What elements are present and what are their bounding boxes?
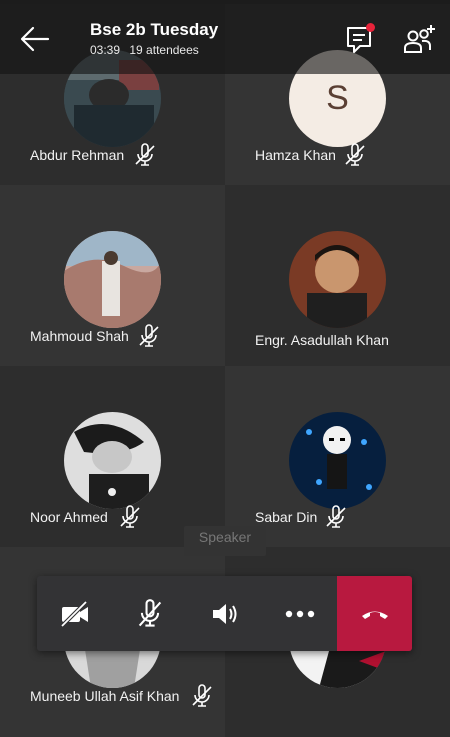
mute-toggle-button[interactable] bbox=[112, 576, 187, 651]
participant-tile-engr-asadullah-khan[interactable]: Engr. Asadullah Khan bbox=[225, 185, 450, 366]
avatar bbox=[289, 231, 386, 328]
avatar-initial: S bbox=[326, 79, 349, 117]
participant-name: Noor Ahmed bbox=[30, 509, 108, 525]
participant-name: Hamza Khan bbox=[255, 147, 336, 163]
hangup-icon bbox=[361, 611, 388, 619]
participant-name: Sabar Din bbox=[255, 509, 318, 525]
more-icon bbox=[285, 610, 314, 617]
add-participants-icon[interactable] bbox=[402, 22, 438, 56]
hang-up-button[interactable] bbox=[337, 576, 412, 651]
mic-off-icon bbox=[192, 684, 212, 707]
participant-tile-mahmoud-shah[interactable]: Mahmoud Shah bbox=[0, 185, 225, 366]
back-arrow-icon[interactable] bbox=[18, 22, 52, 56]
notification-dot bbox=[366, 23, 375, 32]
avatar bbox=[289, 412, 386, 509]
camera-off-icon bbox=[60, 600, 88, 627]
participant-name: Abdur Rehman bbox=[30, 147, 125, 163]
more-options-button[interactable] bbox=[262, 576, 337, 651]
speaker-label: Speaker bbox=[184, 526, 266, 556]
meeting-duration: 03:39 bbox=[90, 43, 121, 57]
meeting-subtitle: 03:39 19 attendees bbox=[90, 43, 205, 57]
meeting-header: Bse 2b Tuesday 03:39 19 attendees bbox=[0, 0, 450, 74]
mic-off-icon bbox=[326, 505, 346, 528]
participant-tile-noor-ahmed[interactable]: Noor Ahmed bbox=[0, 366, 225, 547]
mic-off-icon bbox=[345, 143, 365, 166]
mic-off-icon bbox=[120, 505, 140, 528]
avatar bbox=[64, 231, 161, 328]
participant-name: Engr. Asadullah Khan bbox=[255, 332, 389, 348]
attendee-count: 19 attendees bbox=[129, 43, 199, 57]
speaker-toggle-button[interactable] bbox=[187, 576, 262, 651]
mic-off-icon bbox=[135, 143, 155, 166]
call-controls bbox=[37, 576, 412, 651]
meeting-title: Bse 2b Tuesday bbox=[90, 20, 219, 39]
participant-name: Mahmoud Shah bbox=[30, 328, 129, 344]
avatar bbox=[64, 412, 161, 509]
camera-toggle-button[interactable] bbox=[37, 576, 112, 651]
mic-off-icon bbox=[138, 598, 161, 627]
speaker-icon bbox=[212, 603, 236, 624]
participant-name: Muneeb Ullah Asif Khan bbox=[30, 688, 180, 704]
participant-tile-sabar-din[interactable]: Sabar Din bbox=[225, 366, 450, 547]
mic-off-icon bbox=[139, 324, 159, 347]
